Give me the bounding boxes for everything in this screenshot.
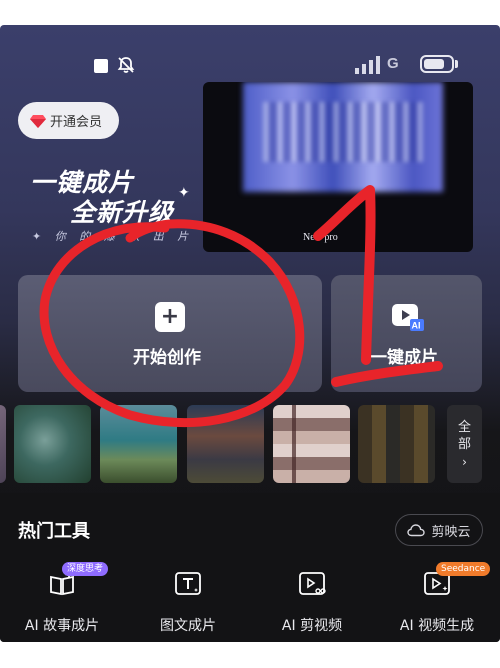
- tool-text-to-film[interactable]: 图文成片: [133, 570, 243, 640]
- vip-button[interactable]: 开通会员: [18, 102, 119, 139]
- cloud-button[interactable]: 剪映云: [395, 514, 483, 546]
- promo-preview-video[interactable]: New pro: [203, 82, 473, 252]
- svg-text:AI: AI: [412, 321, 421, 331]
- vip-label: 开通会员: [50, 115, 103, 130]
- ai-video-icon: AI: [392, 304, 424, 331]
- media-thumbnail[interactable]: [100, 405, 177, 483]
- media-thumbnail[interactable]: [358, 405, 435, 483]
- signal-icon: [355, 56, 380, 74]
- network-type-label: G: [387, 55, 399, 72]
- cloud-label: 剪映云: [431, 524, 471, 540]
- tool-label: AI 视频生成: [399, 618, 475, 634]
- start-creating-label: 开始创作: [133, 348, 201, 368]
- battery-icon: [420, 55, 454, 73]
- media-thumbnail[interactable]: [14, 405, 91, 483]
- tool-ai-video-gen[interactable]: AI 视频生成: [382, 570, 492, 640]
- media-thumbnail[interactable]: [187, 405, 264, 483]
- gem-icon: [30, 114, 46, 128]
- deep-thinking-badge: 深度思考: [62, 562, 109, 576]
- bell-mute-icon: [117, 57, 135, 73]
- tool-ai-edit-video[interactable]: AI 剪视频: [257, 570, 367, 640]
- preview-image-detail: [263, 102, 423, 162]
- promo-title-line2: 全新升级: [70, 198, 175, 227]
- tool-label: AI 故事成片: [24, 618, 100, 634]
- app-screen: G 开通会员 一键成片 全新升级 ✦ ✦ ✦ 你 的 爆 款 出 片 神 器 ✦…: [0, 25, 500, 642]
- view-all-label: 全部: [457, 420, 471, 452]
- plus-icon[interactable]: +: [155, 302, 185, 332]
- start-creating-card[interactable]: [18, 275, 322, 392]
- chevron-right-icon: ›: [462, 455, 467, 469]
- sparkle-icon: ✦: [168, 205, 176, 215]
- media-thumbnail[interactable]: [273, 405, 350, 483]
- text-frame-icon: [175, 572, 201, 595]
- video-scissors-icon: [299, 572, 326, 595]
- hot-tools-title: 热门工具: [18, 521, 90, 542]
- tool-ai-story[interactable]: AI 故事成片: [7, 570, 117, 640]
- tool-label: 图文成片: [160, 618, 216, 634]
- preview-caption: New pro: [303, 232, 338, 243]
- cloud-icon: [407, 524, 426, 537]
- status-bar: G: [0, 25, 500, 85]
- tool-label: AI 剪视频: [281, 618, 343, 634]
- battery-tip: [455, 60, 458, 68]
- one-click-film-card[interactable]: [331, 275, 482, 392]
- view-all-button[interactable]: 全部 ›: [447, 405, 482, 483]
- sparkle-icon: ✦: [178, 185, 190, 201]
- square-icon: [94, 59, 108, 73]
- media-thumbnail[interactable]: [0, 405, 6, 483]
- seedance-badge: Seedance: [436, 562, 491, 576]
- one-click-film-label: 一键成片: [370, 348, 438, 368]
